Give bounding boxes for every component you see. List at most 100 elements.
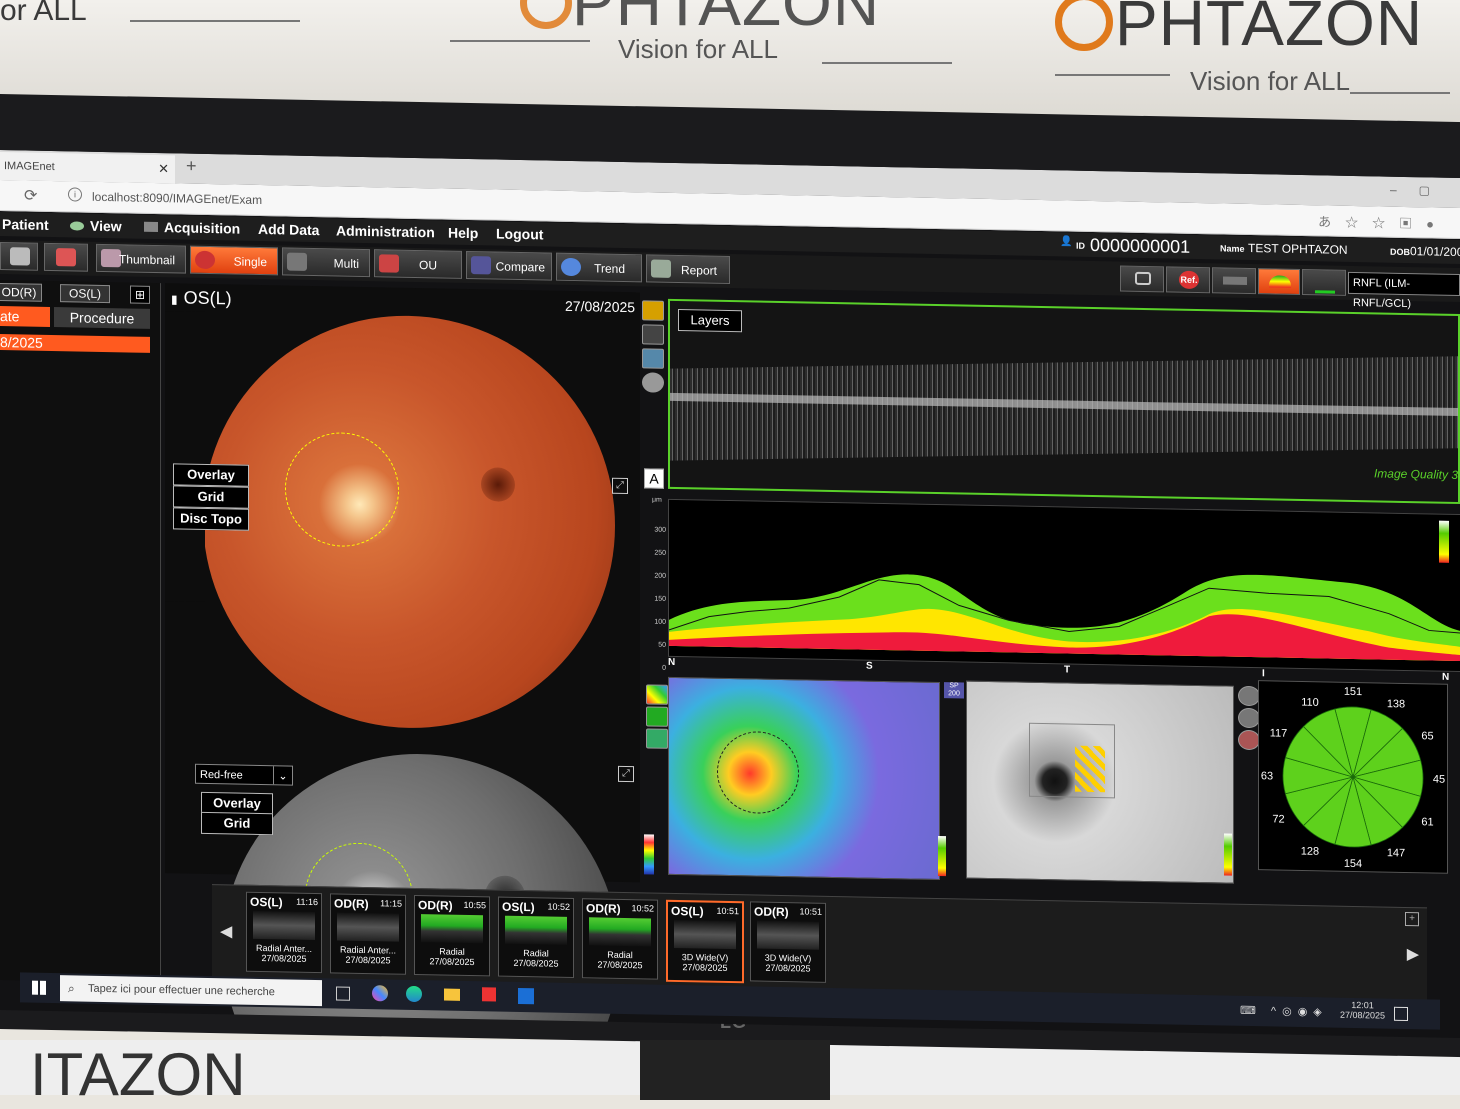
report-button[interactable]: Report [646,254,730,285]
sector-value-label: 117 [1270,727,1288,739]
scroll-left-icon[interactable]: ◀ [220,921,232,941]
quadrant-icon[interactable] [1238,707,1260,729]
thumb-time: 10:51 [799,906,822,917]
exam-thumbnail[interactable]: OD(R) 11:15 Radial Anter... 27/08/2025 [330,893,406,975]
info-icon[interactable]: i [68,187,82,202]
exam-thumbnail[interactable]: OS(L) 10:52 Radial 27/08/2025 [498,896,574,979]
thickness-icon [1269,275,1291,288]
patient-dob: 01/01/200 [1410,244,1460,260]
thickness-view-button[interactable] [1258,268,1300,295]
window-controls[interactable]: –▢ [1390,183,1452,198]
exam-thumbnail[interactable]: OS(L) 10:51 3D Wide(V) 27/08/2025 [666,899,744,984]
exam-row[interactable]: 8/2025 [0,334,150,353]
browser-tab[interactable]: IMAGEnet ✕ [0,152,175,184]
edge-icon[interactable] [406,985,422,1003]
multi-button[interactable]: Multi [282,247,370,278]
menu-patient[interactable]: Patient [2,216,49,233]
thumb-eye: OD(R) [418,898,453,913]
rnfl-thickness-graph[interactable] [668,498,1460,673]
menu-add-data[interactable]: Add Data [258,221,319,238]
menu-administration[interactable]: Administration [336,222,435,240]
expand-icon[interactable]: + [1405,911,1419,927]
col-date[interactable]: ate [0,306,50,327]
layer-map-icon[interactable] [646,706,668,727]
task-view-icon[interactable] [336,986,350,1001]
image-quality: Image Quality 3 [1373,466,1458,482]
grid-button-redfree[interactable]: Grid [201,811,273,836]
oct-bscan[interactable]: Layers Image Quality 3 [668,298,1460,505]
scan-pattern-icon[interactable] [642,324,664,345]
url-field[interactable]: localhost:8090/IMAGEnet/Exam [92,190,262,207]
windows-start-icon[interactable] [32,980,46,995]
name-label: Name [1220,243,1245,254]
fundus-thumb-icon[interactable] [642,300,664,321]
color-fundus-image[interactable] [203,311,615,732]
fullscreen-icon[interactable]: ⤢ [612,477,628,495]
macula [481,467,515,502]
thickness-map[interactable] [668,676,940,881]
store-icon[interactable] [482,987,496,1002]
divider [130,20,300,22]
clock-icon [561,257,581,277]
deviation-map[interactable] [966,680,1234,884]
new-tab-icon[interactable]: + [186,156,197,177]
outlook-icon[interactable] [518,987,534,1005]
menu-logout[interactable]: Logout [496,226,543,243]
capture-button[interactable] [1120,265,1164,293]
fullscreen-icon[interactable]: ⤢ [618,765,634,783]
search-icon: ⌕ [68,981,75,996]
thickness-map-icon[interactable] [646,684,668,705]
tab-os[interactable]: OS(L) [60,284,110,304]
tagline-right: Vision for ALL [1190,66,1350,96]
scroll-right-icon[interactable]: ▶ [1407,944,1419,964]
3d-icon[interactable] [642,348,664,369]
annotation-icon[interactable]: A [644,468,664,489]
expand-icon[interactable]: ⊞ [130,285,150,304]
col-procedure[interactable]: Procedure [54,307,150,329]
layer-select[interactable]: RNFL (ILM-RNFL/GCL) [1348,271,1460,310]
thumb-eye: OS(L) [671,903,704,919]
menu-view[interactable]: View [70,217,122,234]
edit-layer-button[interactable] [1302,268,1346,296]
explorer-icon[interactable] [444,988,460,1001]
thumb-scan-image [589,917,651,947]
exam-thumbnail[interactable]: OD(R) 10:52 Radial 27/08/2025 [582,898,658,980]
menu-help[interactable]: Help [448,225,478,242]
copilot-icon[interactable] [372,985,388,1002]
print-button[interactable] [0,242,38,271]
ou-button[interactable]: OU [374,249,462,279]
notification-icon[interactable] [1394,1006,1408,1022]
browser-actions[interactable]: あ☆☆▣● [1318,211,1448,232]
export-button[interactable] [44,242,88,272]
layers-button[interactable]: Layers [678,309,742,333]
overlay-button[interactable]: Overlay [173,463,249,487]
3d-map-icon[interactable] [646,728,668,749]
exam-thumbnail[interactable]: OS(L) 11:16 Radial Anter... 27/08/2025 [246,891,322,974]
thumb-scan-image [505,915,567,945]
redfree-select[interactable]: Red-free ⌄ [195,763,293,786]
compare-button[interactable]: Compare [466,250,552,281]
menu-acquisition[interactable]: Acquisition [144,219,240,237]
refresh-icon[interactable]: ⟳ [24,185,37,205]
disc-icon[interactable] [642,372,664,393]
single-button[interactable]: Single [190,245,278,276]
sector-icon[interactable] [1238,685,1260,707]
clock-hours-icon[interactable] [1238,729,1260,751]
tray-icons[interactable]: ⌨ ^◎◉◈ [1240,1004,1328,1019]
chevron-down-icon[interactable]: ⌄ [273,766,292,785]
close-tab-icon[interactable]: ✕ [158,155,169,183]
thumbnail-button[interactable]: Thumbnail [96,243,186,274]
tab-od[interactable]: OD(R) [0,282,42,302]
ref-button[interactable]: Ref. [1166,266,1210,294]
grid-button[interactable]: Grid [173,485,249,509]
document-icon: ▮ [171,292,178,307]
disc-topo-button[interactable]: Disc Topo [173,507,249,531]
taskbar-search[interactable]: ⌕ Tapez ici pour effectuer une recherche [60,975,322,1007]
sector-value-label: 138 [1387,698,1405,710]
clock[interactable]: 12:01 27/08/2025 [1340,1000,1385,1021]
layer-view-button[interactable] [1212,267,1256,295]
sector-chart[interactable]: 151 138 65 45 61 147 154 128 72 63 117 110 [1258,680,1448,874]
exam-thumbnail[interactable]: OD(R) 10:51 3D Wide(V) 27/08/2025 [750,901,826,983]
trend-button[interactable]: Trend [556,252,642,283]
exam-thumbnail[interactable]: OD(R) 10:55 Radial 27/08/2025 [414,894,490,977]
